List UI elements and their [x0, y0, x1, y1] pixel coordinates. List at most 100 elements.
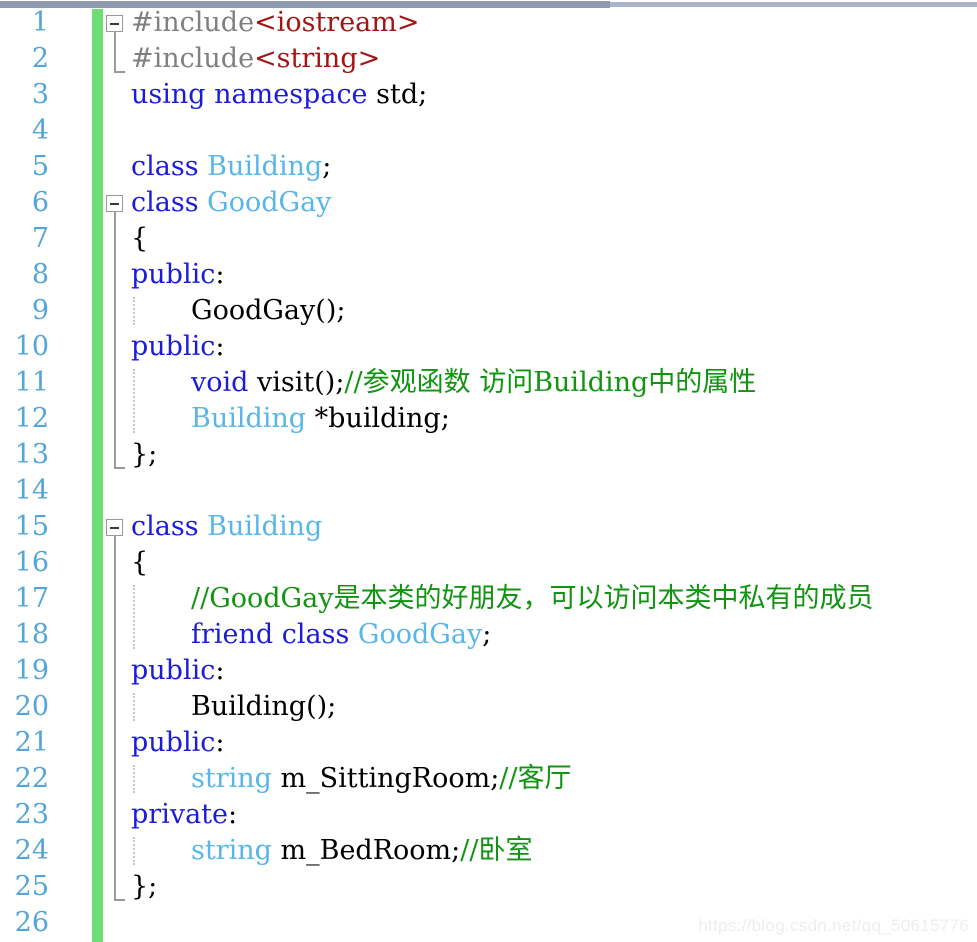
code-token: {: [131, 223, 149, 254]
fold-region-line: [114, 536, 116, 899]
code-token: public: [131, 727, 216, 758]
line-number: 14: [14, 475, 49, 506]
watermark-text: https://blog.csdn.net/qq_50615776: [698, 916, 969, 935]
code-token: class: [131, 511, 208, 542]
code-token: Building: [191, 403, 307, 434]
line-number: 12: [14, 403, 49, 434]
code-content-area[interactable]: #include<iostream> #include<string> using …: [131, 7, 977, 942]
line-number: 21: [14, 727, 49, 758]
code-token: *building;: [306, 403, 450, 434]
indent-guide: [133, 693, 135, 721]
code-line[interactable]: void visit();//参观函数 访问Building中的属性: [191, 365, 756, 401]
code-line[interactable]: friend class GoodGay;: [191, 617, 491, 653]
line-number: 7: [31, 223, 49, 254]
code-token: {: [131, 547, 149, 578]
line-number: 15: [14, 511, 49, 542]
code-editor[interactable]: 1 2 3 4 5 6 7 8 9 10 11 12 13 14 15 16 17 18 19 20 21 22 23 24 2…: [0, 7, 977, 942]
indent-guide: [133, 837, 135, 865]
fold-region-end-marker: [114, 71, 125, 73]
code-token: Building: [207, 151, 323, 182]
code-token: #include: [131, 43, 255, 74]
code-token: GoodGay();: [191, 295, 346, 326]
indent-guide: [133, 585, 135, 649]
code-token: <iostream>: [254, 7, 420, 38]
code-line[interactable]: public:: [131, 725, 224, 761]
code-token: ;: [482, 619, 492, 650]
line-number: 19: [14, 655, 49, 686]
code-token: std;: [376, 79, 428, 110]
code-token: GoodGay: [207, 187, 332, 218]
line-number: 16: [14, 547, 49, 578]
code-token: void: [191, 367, 258, 398]
code-line[interactable]: public:: [131, 653, 224, 689]
code-line[interactable]: string m_BedRoom;//卧室: [191, 833, 532, 869]
fold-collapse-icon[interactable]: [106, 195, 123, 212]
change-indicator-bar: [92, 9, 103, 942]
line-number: 20: [14, 691, 49, 722]
code-line[interactable]: //GoodGay是本类的好朋友，可以访问本类中私有的成员: [191, 581, 873, 617]
code-token: #include: [131, 7, 255, 38]
line-number: 4: [31, 115, 49, 146]
code-token: using namespace: [131, 79, 377, 110]
code-line[interactable]: };: [131, 869, 157, 905]
code-token: //客厅: [499, 763, 572, 794]
code-token: :: [215, 727, 225, 758]
code-token: private: [131, 799, 229, 830]
code-token: :: [215, 655, 225, 686]
code-folding-column[interactable]: [103, 9, 131, 942]
code-line[interactable]: public:: [131, 257, 224, 293]
code-token: public: [131, 655, 216, 686]
fold-region-line: [114, 212, 116, 467]
line-number: 26: [14, 907, 49, 938]
code-token: m_BedRoom;: [271, 835, 461, 866]
line-number: 22: [14, 763, 49, 794]
line-number: 2: [31, 43, 49, 74]
code-token: <string>: [254, 43, 381, 74]
fold-collapse-icon[interactable]: [106, 15, 123, 32]
line-number: 18: [14, 619, 49, 650]
indent-guide: [133, 369, 135, 433]
code-token: string: [191, 835, 272, 866]
code-line[interactable]: public:: [131, 329, 224, 365]
code-line[interactable]: using namespace std;: [131, 77, 427, 113]
fold-collapse-icon[interactable]: [106, 519, 123, 536]
line-number: 1: [31, 7, 49, 38]
code-token: :: [215, 259, 225, 290]
line-number: 23: [14, 799, 49, 830]
code-line[interactable]: Building();: [191, 689, 336, 725]
code-line[interactable]: class GoodGay: [131, 185, 331, 221]
code-token: Building();: [191, 691, 337, 722]
code-line[interactable]: };: [131, 437, 157, 473]
line-number: 13: [14, 439, 49, 470]
code-line[interactable]: class Building: [131, 509, 322, 545]
line-number: 3: [31, 79, 49, 110]
code-line[interactable]: Building *building;: [191, 401, 450, 437]
code-token: public: [131, 259, 216, 290]
line-number: 5: [31, 151, 49, 182]
line-number-gutter: 1 2 3 4 5 6 7 8 9 10 11 12 13 14 15 16 17 18 19 20 21 22 23 24 2…: [0, 7, 92, 942]
code-token: };: [131, 439, 158, 470]
code-line[interactable]: GoodGay();: [191, 293, 345, 329]
code-token: visit();: [257, 367, 345, 398]
line-number: 11: [14, 367, 49, 398]
code-token: //GoodGay是本类的好朋友，可以访问本类中私有的成员: [191, 583, 874, 614]
code-line[interactable]: string m_SittingRoom;//客厅: [191, 761, 572, 797]
code-line[interactable]: private:: [131, 797, 237, 833]
line-number: 6: [31, 187, 49, 218]
code-token: GoodGay: [357, 619, 483, 650]
line-number: 8: [31, 259, 49, 290]
code-line[interactable]: class Building;: [131, 149, 331, 185]
code-token: m_SittingRoom;: [271, 763, 500, 794]
indent-guide: [133, 297, 135, 325]
code-line[interactable]: #include<iostream>: [131, 5, 420, 41]
code-line[interactable]: #include<string>: [131, 41, 380, 77]
fold-region-end-marker: [114, 899, 125, 901]
indent-guide: [133, 765, 135, 793]
code-token: class: [131, 151, 208, 182]
line-number: 10: [14, 331, 49, 362]
line-number: 9: [31, 295, 49, 326]
code-line[interactable]: {: [131, 221, 148, 257]
code-line[interactable]: {: [131, 545, 148, 581]
fold-region-end-marker: [114, 467, 125, 469]
line-number: 25: [14, 871, 49, 902]
